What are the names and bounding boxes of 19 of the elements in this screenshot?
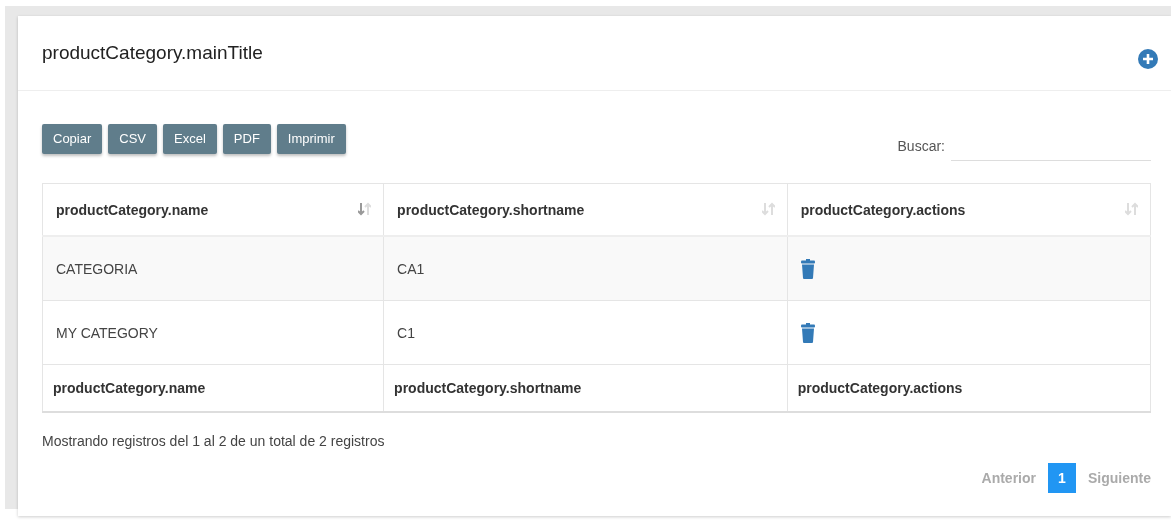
previous-link[interactable]: Anterior xyxy=(981,470,1036,486)
table-cell: MY CATEGORY xyxy=(42,300,384,365)
export-button[interactable]: Copiar xyxy=(42,123,103,154)
page-button[interactable]: 1 xyxy=(1048,463,1076,493)
column-footer: productCategory.name xyxy=(42,364,384,412)
search-label: Buscar: xyxy=(897,137,945,154)
add-icon[interactable] xyxy=(1138,49,1158,69)
export-button[interactable]: PDF xyxy=(222,123,271,154)
trash-icon[interactable] xyxy=(800,322,815,343)
table-cell: C1 xyxy=(383,300,788,365)
export-button[interactable]: CSV xyxy=(108,123,158,154)
records-info: Mostrando registros del 1 al 2 de un total de 2 registros xyxy=(42,433,386,449)
next-link[interactable]: Siguiente xyxy=(1088,470,1151,486)
card-title: productCategory.mainTitle xyxy=(42,42,263,64)
table-cell: CA1 xyxy=(383,236,788,301)
table-cell: CATEGORIA xyxy=(42,236,384,301)
trash-icon[interactable] xyxy=(800,258,815,279)
export-button[interactable]: Excel xyxy=(163,123,217,154)
export-button[interactable]: Imprimir xyxy=(276,123,346,154)
